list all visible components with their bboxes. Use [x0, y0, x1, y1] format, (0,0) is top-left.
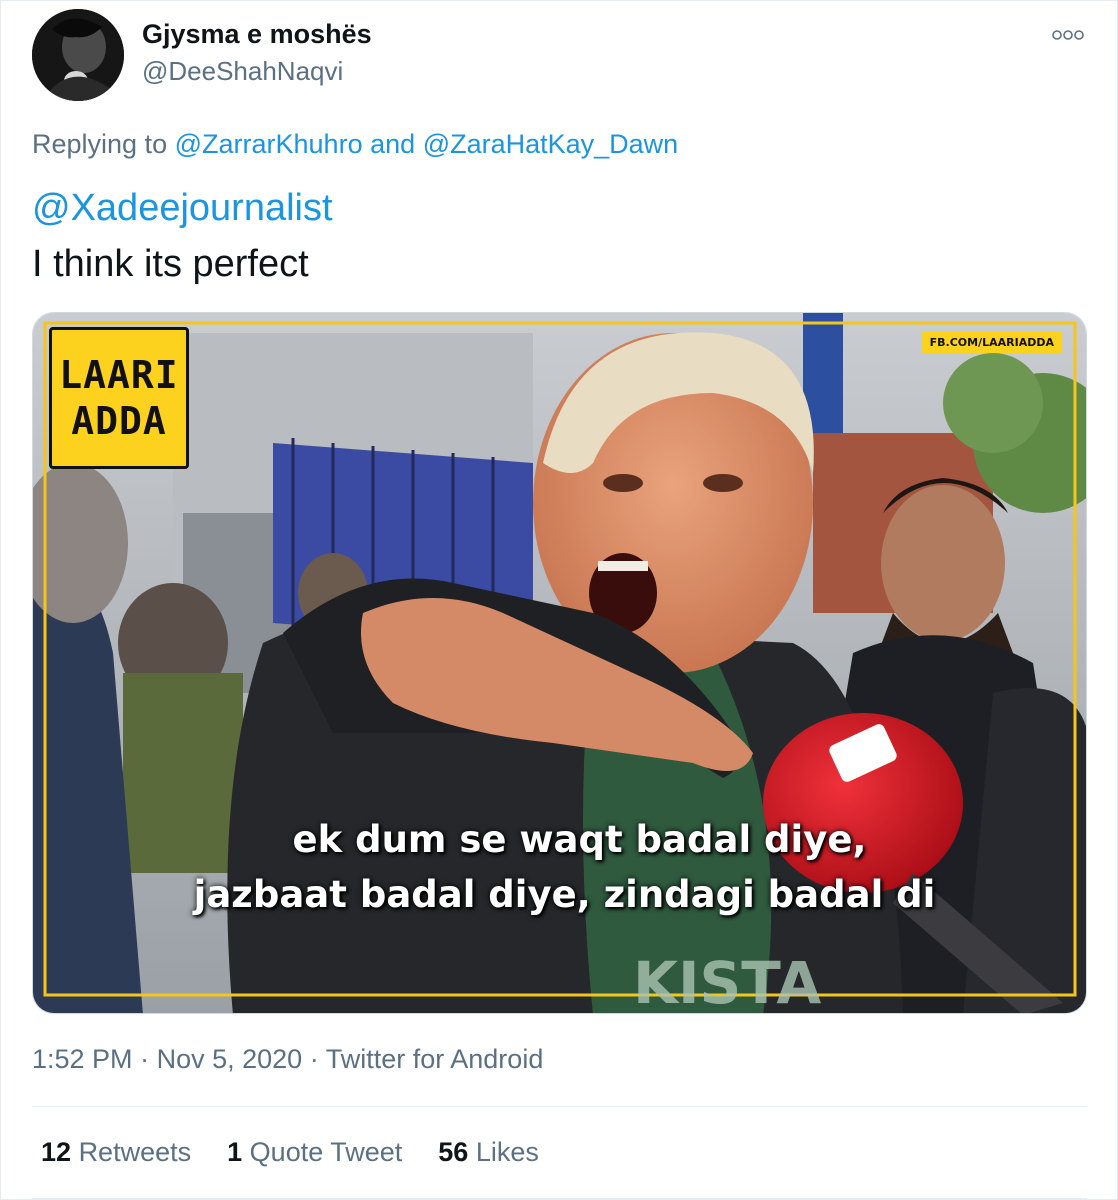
meme-caption-line-2: jazbaat badal diye, zindagi badal di	[193, 873, 936, 916]
reply-joiner: and	[370, 129, 416, 159]
author-handle[interactable]: @DeeShahNaqvi	[142, 56, 343, 87]
avatar-image	[32, 9, 124, 101]
more-dots-icon[interactable]	[1050, 26, 1086, 44]
meta-separator-2: ·	[309, 1044, 319, 1074]
meta-separator-1: ·	[140, 1044, 150, 1074]
logo-line-2: ADDA	[71, 399, 167, 443]
retweets-label: Retweets	[78, 1137, 192, 1167]
tweet-text: I think its perfect	[32, 243, 309, 285]
shirt-text: KISTA	[633, 949, 821, 1014]
media-watermark: FB.COM/LAARIADDA	[921, 332, 1062, 353]
tweet-media-image[interactable]: KISTA LAARI ADDA FB.COM/LAARIADDA ek dum…	[32, 312, 1087, 1014]
tweet-time[interactable]: 1:52 PM	[32, 1044, 133, 1074]
likes-label: Likes	[475, 1137, 539, 1167]
meme-caption-line-1: ek dum se waqt badal diye,	[292, 818, 867, 861]
retweets-count: 12	[41, 1137, 72, 1167]
tweet-stats: 12 Retweets 1 Quote Tweet 56 Likes	[41, 1137, 539, 1168]
tweet-meta: 1:52 PM · Nov 5, 2020 · Twitter for Andr…	[32, 1044, 543, 1075]
reply-user-link-1[interactable]: @ZarrarKhuhro	[175, 129, 363, 159]
replying-to-line: Replying to @ZarrarKhuhro and @ZaraHatKa…	[32, 129, 678, 160]
likes-stat[interactable]: 56 Likes	[438, 1137, 539, 1168]
quotes-count: 1	[227, 1137, 243, 1167]
divider-bottom	[32, 1198, 1087, 1199]
quote-tweets-stat[interactable]: 1 Quote Tweet	[227, 1137, 402, 1168]
likes-count: 56	[438, 1137, 469, 1167]
divider-top	[32, 1106, 1087, 1107]
replying-to-label: Replying to	[32, 129, 168, 159]
author-display-name[interactable]: Gjysma e moshës	[142, 19, 372, 50]
tweet-mention-link[interactable]: @Xadeejournalist	[32, 187, 333, 230]
tweet-card: Gjysma e moshës @DeeShahNaqvi Replying t…	[0, 0, 1118, 1200]
reply-user-link-2[interactable]: @ZaraHatKay_Dawn	[423, 129, 679, 159]
retweets-stat[interactable]: 12 Retweets	[41, 1137, 191, 1168]
tweet-date[interactable]: Nov 5, 2020	[157, 1044, 303, 1074]
tweet-source[interactable]: Twitter for Android	[326, 1044, 544, 1074]
avatar[interactable]	[32, 9, 124, 101]
laari-adda-logo: LAARI ADDA	[49, 327, 189, 469]
logo-line-1: LAARI	[59, 353, 179, 397]
quotes-label: Quote Tweet	[249, 1137, 403, 1167]
